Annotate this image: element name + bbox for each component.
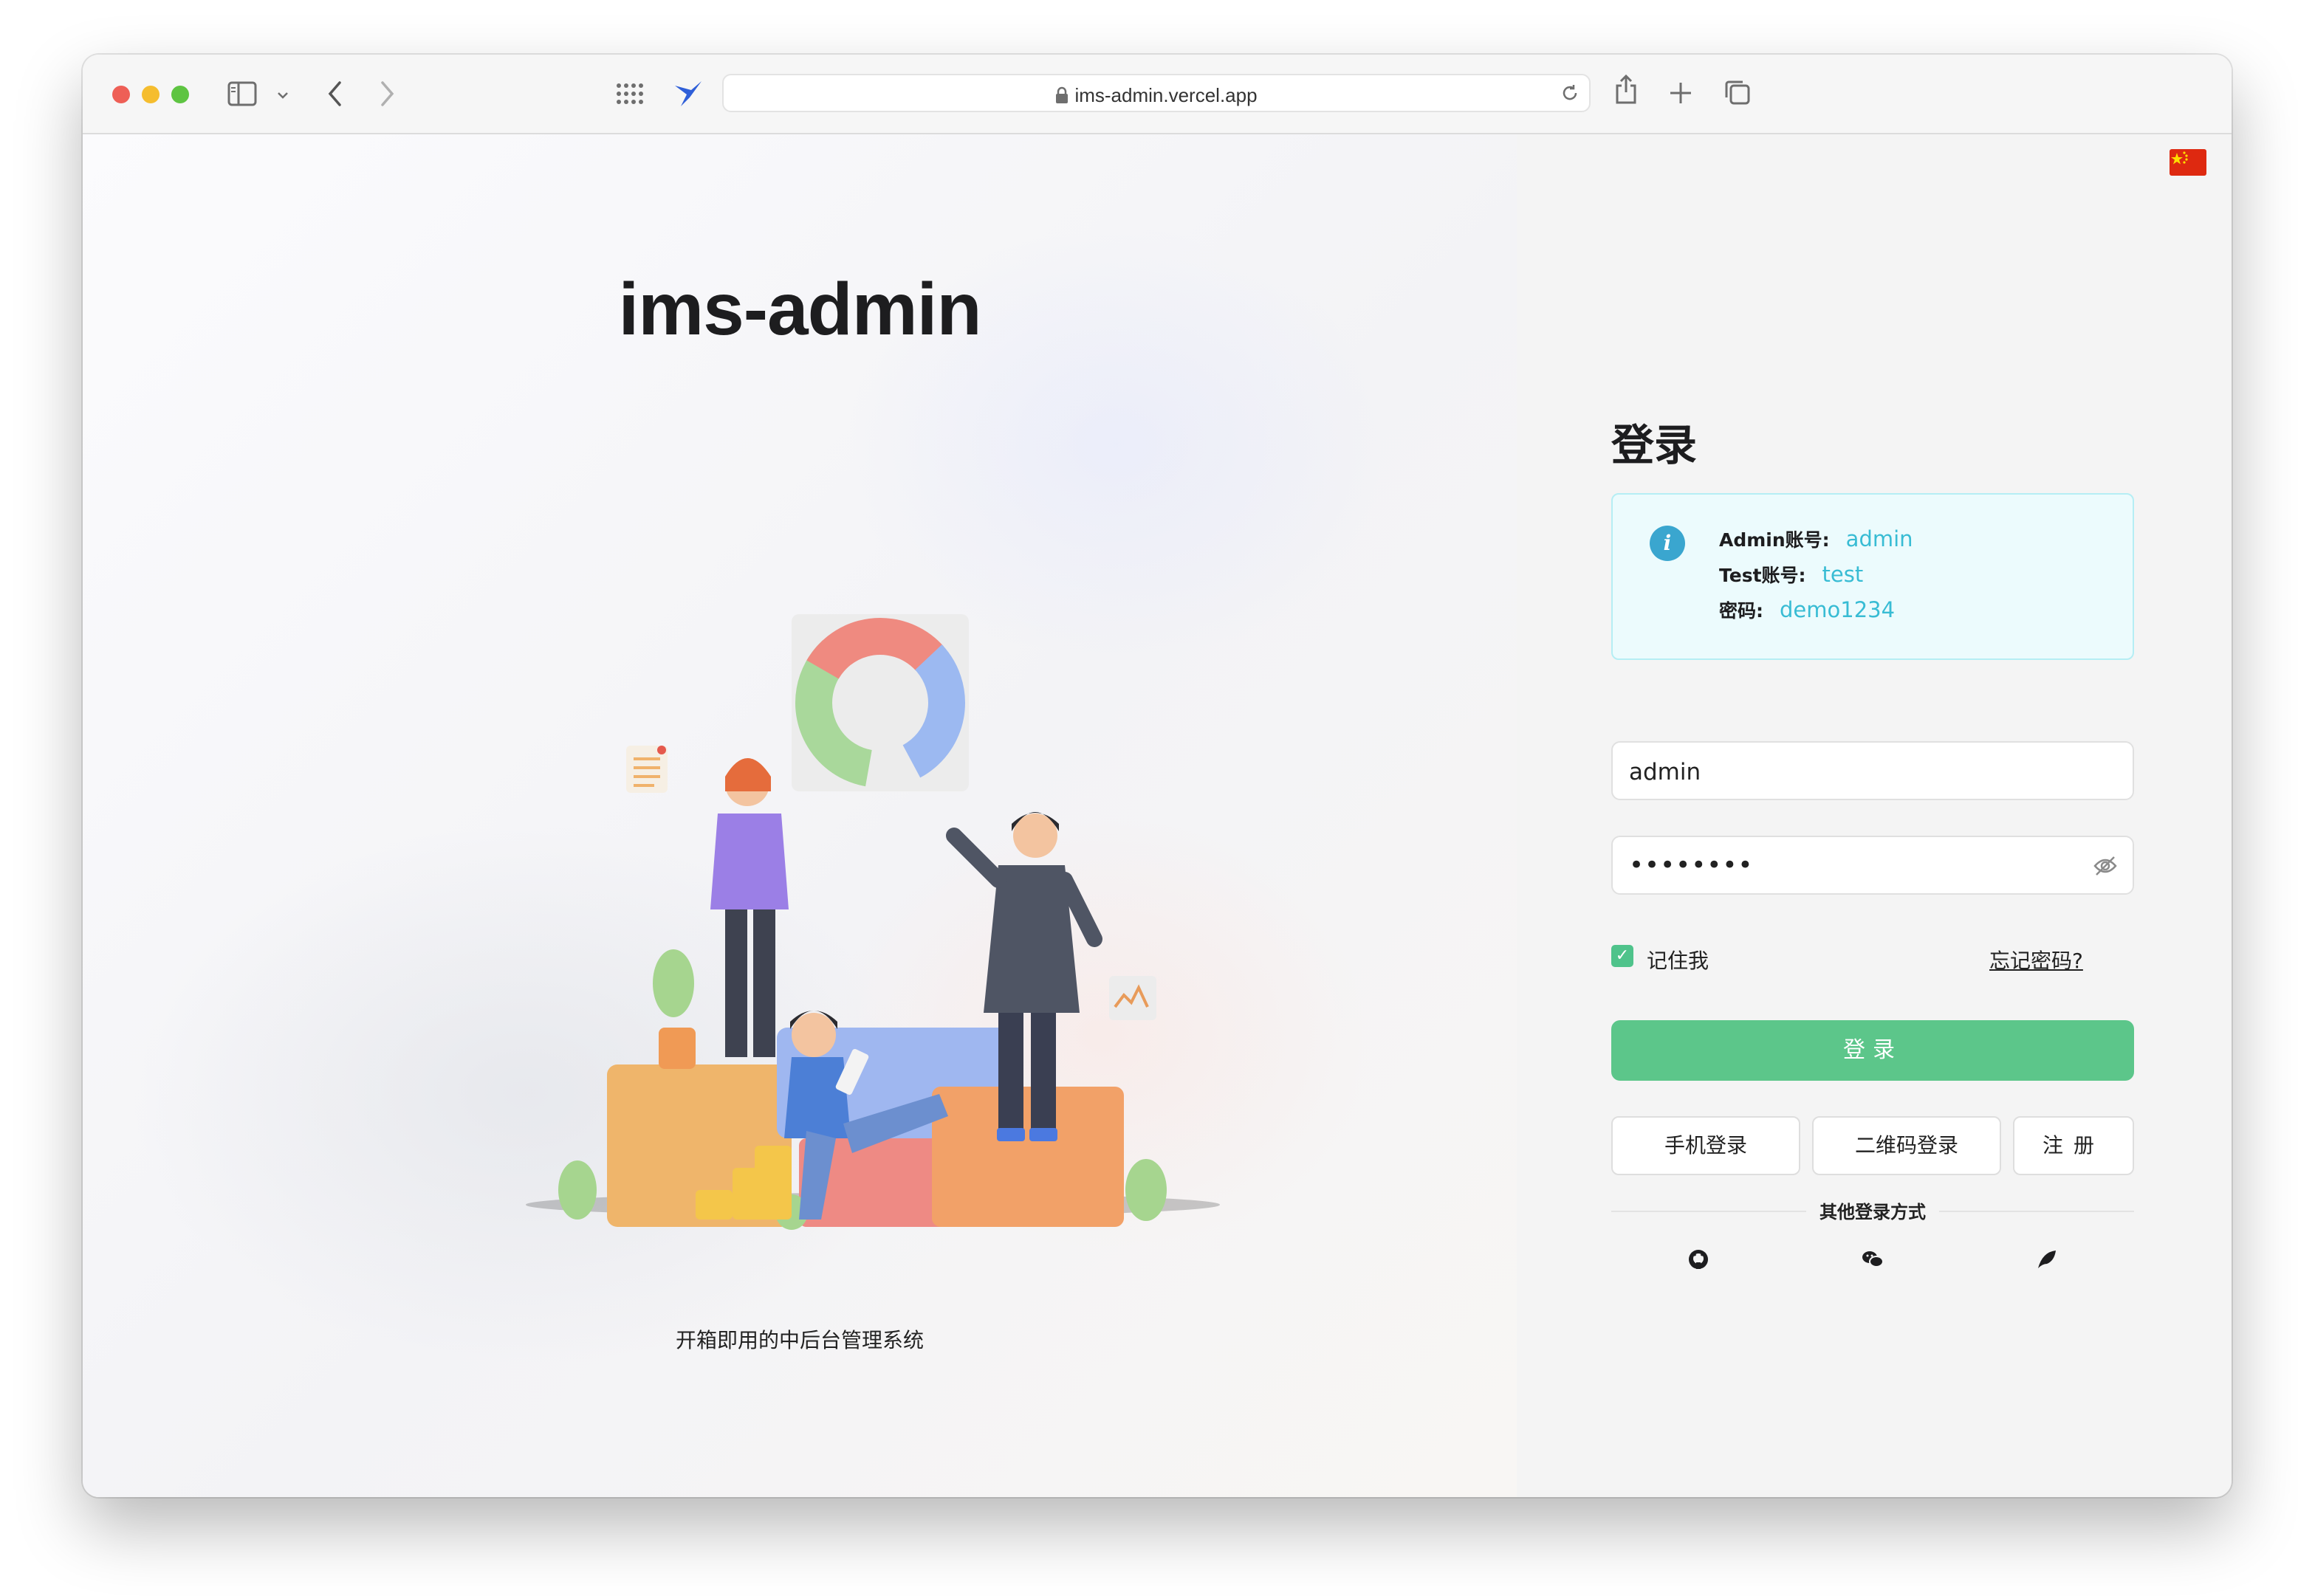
language-switch-flag-icon[interactable] (2170, 149, 2206, 176)
github-icon[interactable] (1685, 1246, 1712, 1273)
intro-panel: ims-admin 开箱即用的中后台管理系统 (83, 134, 1517, 1497)
login-title: 登录 (1611, 420, 1698, 470)
login-button[interactable]: 登录 (1611, 1020, 2134, 1081)
info-key: Test账号: (1719, 565, 1806, 586)
back-icon[interactable] (326, 80, 344, 111)
info-value: admin (1845, 526, 1913, 551)
minimize-window-button[interactable] (142, 86, 160, 103)
zoom-window-button[interactable] (171, 86, 189, 103)
password-input[interactable]: •••••••• (1611, 836, 2134, 895)
demo-accounts-alert: i Admin账号: admin Test账号: test 密码: demo1234 (1611, 493, 2134, 660)
remember-me-checkbox[interactable]: ✓ (1611, 945, 1633, 967)
info-row-test: Test账号: test (1719, 561, 1863, 591)
slogan-text: 开箱即用的中后台管理系统 (675, 1328, 924, 1352)
browser-window: ims-admin.vercel.app ims-admin 开箱即用的中后台管… (83, 55, 2232, 1497)
info-row-password: 密码: demo1234 (1719, 596, 1895, 626)
wechat-icon[interactable] (1859, 1246, 1886, 1273)
team-dashboard-illustration (518, 540, 1264, 1249)
address-bar[interactable]: ims-admin.vercel.app (722, 74, 1591, 112)
info-key: Admin账号: (1719, 529, 1830, 551)
info-icon: i (1650, 526, 1685, 561)
reload-icon[interactable] (1560, 83, 1580, 106)
remember-me-label: 记住我 (1647, 949, 1709, 973)
close-window-button[interactable] (112, 86, 130, 103)
forgot-password-link[interactable]: 忘记密码? (1989, 945, 2083, 974)
mobile-login-button[interactable]: 手机登录 (1611, 1116, 1800, 1175)
bird-icon[interactable] (2034, 1246, 2060, 1273)
forward-icon[interactable] (378, 80, 396, 111)
username-input[interactable]: admin (1611, 741, 2134, 800)
login-panel: 登录 i Admin账号: admin Test账号: test 密码: demo12… (1517, 134, 2232, 1497)
page-content: ims-admin 开箱即用的中后台管理系统 登录 i Admin账号: adm… (83, 134, 2232, 1497)
new-tab-icon[interactable] (1669, 81, 1692, 108)
app-title: ims-admin (618, 268, 981, 351)
password-value: •••••••• (1629, 850, 1754, 880)
register-button[interactable]: 注册 (2013, 1116, 2134, 1175)
other-login-methods-label: 其他登录方式 (1819, 1202, 1926, 1222)
tab-grid-icon[interactable] (616, 83, 644, 108)
info-key: 密码: (1719, 600, 1763, 622)
bird-extension-icon[interactable] (673, 78, 703, 111)
info-value: test (1822, 562, 1864, 587)
info-value: demo1234 (1780, 597, 1896, 622)
qrcode-login-button[interactable]: 二维码登录 (1812, 1116, 2001, 1175)
eye-invisible-icon[interactable] (2093, 855, 2118, 880)
chevron-down-icon[interactable] (276, 89, 289, 103)
lock-icon (1055, 86, 1069, 109)
sidebar-toggle-icon[interactable] (227, 81, 257, 109)
url-text: ims-admin.vercel.app (1074, 84, 1258, 106)
share-icon[interactable] (1614, 74, 1638, 108)
info-row-admin: Admin账号: admin (1719, 526, 1913, 555)
browser-toolbar: ims-admin.vercel.app (83, 55, 2232, 134)
tab-overview-icon[interactable] (1724, 80, 1752, 109)
username-value: admin (1629, 759, 1701, 785)
